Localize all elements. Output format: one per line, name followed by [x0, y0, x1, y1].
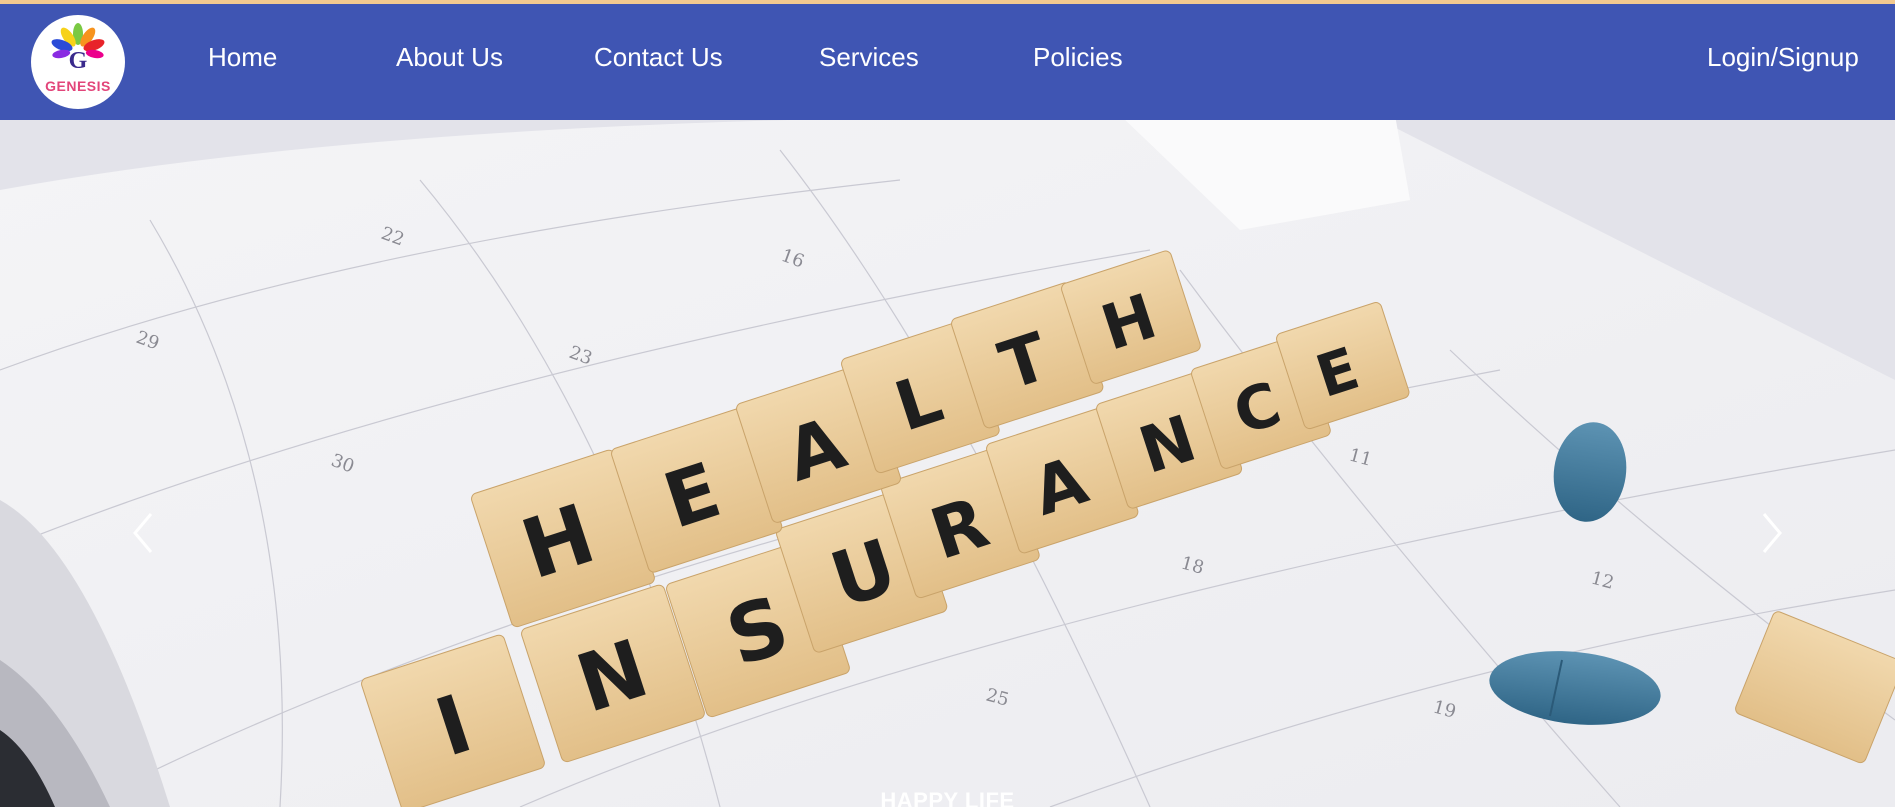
chevron-right-icon — [1762, 513, 1782, 553]
brand-logo[interactable]: G GENESIS — [31, 15, 125, 109]
chevron-left-icon — [133, 513, 153, 553]
top-navbar: G GENESIS Home About Us Contact Us Servi… — [0, 4, 1895, 120]
hero-carousel: 29 30 23 22 16 18 25 19 12 11 I N S U R … — [0, 120, 1895, 807]
nav-about-link[interactable]: About Us — [396, 42, 503, 73]
logo-letter: G — [69, 48, 88, 74]
login-signup-link[interactable]: Login/Signup — [1707, 42, 1859, 73]
nav-policies-link[interactable]: Policies — [1033, 42, 1123, 73]
carousel-caption: HAPPY LIFE — [880, 788, 1015, 807]
logo-wordmark: GENESIS — [45, 78, 111, 94]
lotus-g-logo-icon: G — [51, 23, 105, 74]
carousel-next-button[interactable] — [1750, 508, 1790, 558]
nav-contact-link[interactable]: Contact Us — [594, 42, 723, 73]
nav-home-link[interactable]: Home — [208, 42, 277, 73]
nav-services-link[interactable]: Services — [819, 42, 919, 73]
hero-image: 29 30 23 22 16 18 25 19 12 11 I N S U R … — [0, 120, 1895, 807]
carousel-prev-button[interactable] — [125, 508, 165, 558]
